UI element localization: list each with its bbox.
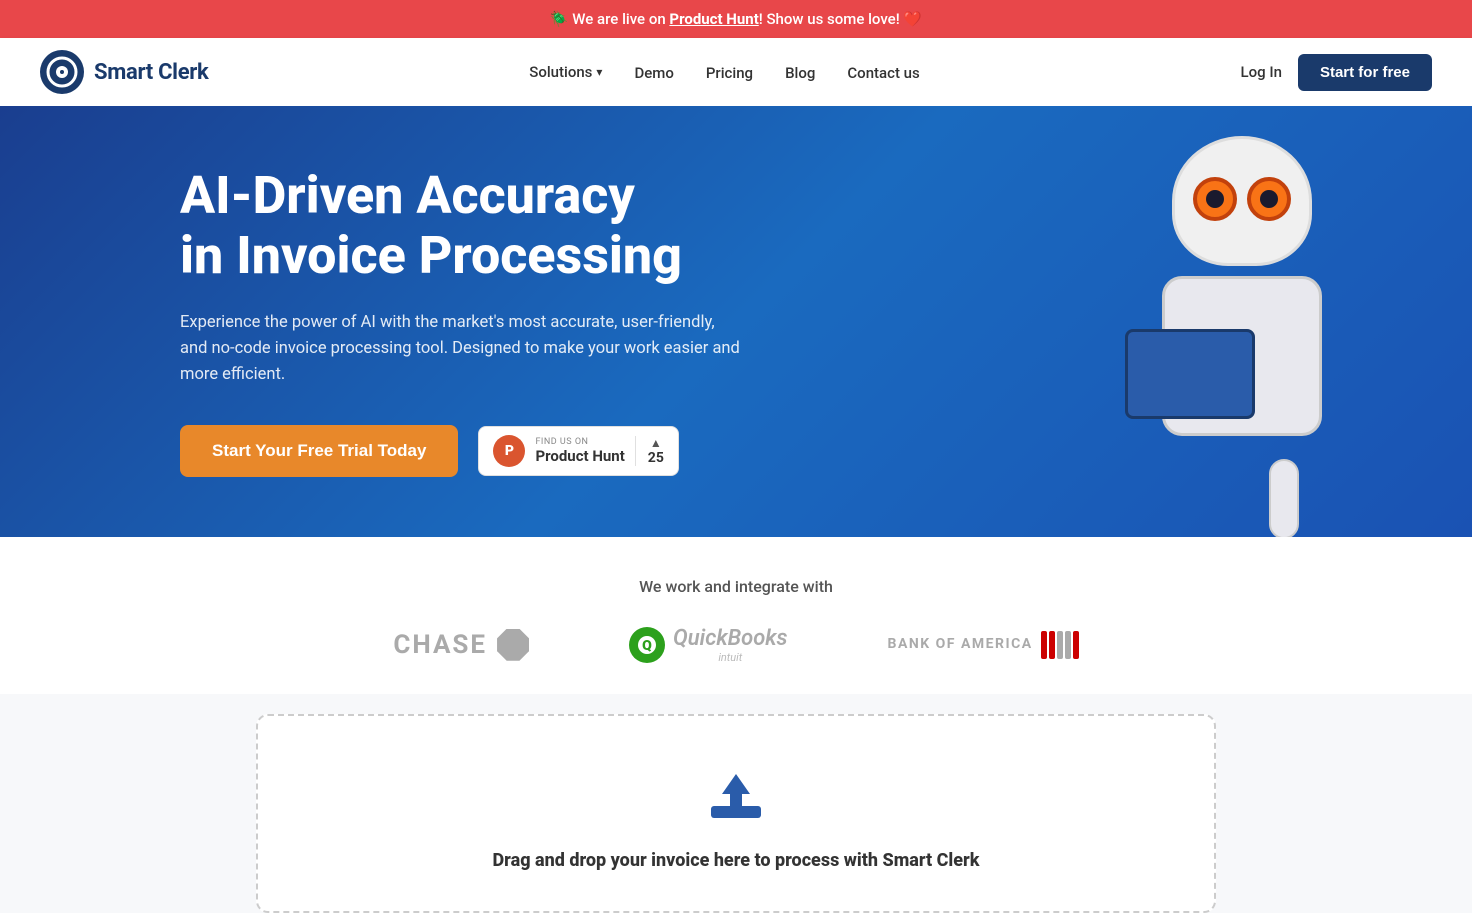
logo-text: Smart Clerk: [94, 60, 209, 85]
logo-area[interactable]: Smart Clerk: [40, 50, 209, 94]
robot-illustration: [1092, 116, 1392, 536]
boa-text: BANK OF AMERICA: [888, 636, 1033, 653]
hero-section: AI-Driven Accuracy in Invoice Processing…: [0, 106, 1472, 537]
nav-links: Solutions Demo Pricing Blog Contact us: [529, 63, 920, 82]
trial-button[interactable]: Start Your Free Trial Today: [180, 425, 458, 477]
hero-subtitle: Experience the power of AI with the mark…: [180, 310, 740, 389]
qb-text-group: QuickBooks intuit: [673, 626, 788, 664]
product-hunt-badge[interactable]: P FIND US ON Product Hunt ▲ 25: [478, 426, 678, 476]
boa-flag: [1041, 631, 1079, 659]
product-hunt-link[interactable]: Product Hunt: [669, 10, 758, 28]
qb-text: QuickBooks: [673, 626, 788, 651]
start-free-button[interactable]: Start for free: [1298, 54, 1432, 91]
upload-section: Drag and drop your invoice here to proce…: [0, 694, 1472, 913]
announcement-text: 🪲 We are live on: [550, 10, 670, 28]
svg-text:Q: Q: [642, 638, 652, 654]
upload-text: Drag and drop your invoice here to proce…: [278, 850, 1194, 871]
integrations-section: We work and integrate with CHASE Q Quick…: [0, 537, 1472, 694]
ph-upvote-arrow: ▲: [650, 436, 662, 450]
hero-title: AI-Driven Accuracy in Invoice Processing: [180, 166, 740, 286]
robot-eye-right: [1247, 177, 1291, 221]
ph-name: Product Hunt: [535, 447, 624, 465]
upload-brand: Smart Clerk: [883, 850, 980, 871]
ph-find-text: FIND US ON: [535, 437, 624, 447]
nav-blog[interactable]: Blog: [785, 63, 815, 82]
robot-head: [1172, 136, 1312, 266]
announcement-text-after: ! Show us some love! ❤️: [759, 10, 922, 28]
nav-solutions[interactable]: Solutions: [529, 63, 602, 81]
chase-text: CHASE: [393, 630, 487, 660]
chase-logo: CHASE: [393, 629, 529, 661]
nav-contact[interactable]: Contact us: [847, 63, 919, 82]
ph-count: 25: [648, 450, 664, 466]
robot-body: [1162, 276, 1322, 436]
navbar: Smart Clerk Solutions Demo Pricing Blog …: [0, 38, 1472, 106]
ph-logo-circle: P: [493, 435, 525, 467]
nav-right: Log In Start for free: [1241, 54, 1432, 91]
ph-text-group: FIND US ON Product Hunt: [535, 437, 624, 465]
integrations-title: We work and integrate with: [80, 577, 1392, 596]
upload-box[interactable]: Drag and drop your invoice here to proce…: [256, 714, 1216, 913]
nav-pricing[interactable]: Pricing: [706, 63, 753, 82]
quickbooks-logo: Q QuickBooks intuit: [629, 626, 788, 664]
ph-count-group: ▲ 25: [635, 436, 664, 466]
robot-arm: [1269, 459, 1299, 537]
hero-content: AI-Driven Accuracy in Invoice Processing…: [180, 166, 740, 477]
logos-row: CHASE Q QuickBooks intuit BANK OF AMERIC…: [80, 626, 1392, 664]
announcement-bar: 🪲 We are live on Product Hunt! Show us s…: [0, 0, 1472, 38]
qb-icon: Q: [629, 627, 665, 663]
nav-demo[interactable]: Demo: [634, 63, 673, 82]
robot-eye-left: [1193, 177, 1237, 221]
upload-icon-wrapper: [278, 766, 1194, 830]
qb-subtitle: intuit: [673, 651, 788, 664]
robot-tablet: [1125, 329, 1255, 419]
login-link[interactable]: Log In: [1241, 63, 1282, 81]
upload-icon: [706, 766, 766, 826]
chase-icon: [497, 629, 529, 661]
smart-clerk-logo-icon: [40, 50, 84, 94]
hero-actions: Start Your Free Trial Today P FIND US ON…: [180, 425, 740, 477]
bank-of-america-logo: BANK OF AMERICA: [888, 631, 1079, 659]
